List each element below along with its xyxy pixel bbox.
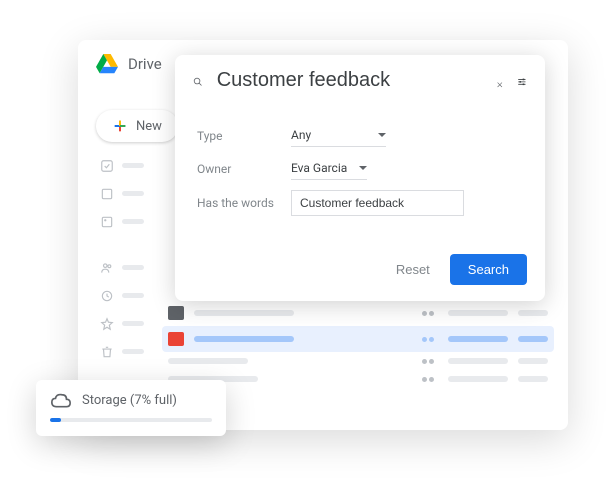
chevron-down-icon bbox=[359, 166, 367, 170]
cloud-icon bbox=[50, 392, 72, 408]
sidebar-item-label bbox=[122, 163, 144, 168]
trash-icon bbox=[100, 344, 114, 358]
sidebar bbox=[100, 158, 150, 358]
sidebar-item[interactable] bbox=[100, 158, 150, 172]
search-panel: Type Any Owner Eva Garcia Has the words … bbox=[175, 55, 545, 301]
storage-top: Storage (7% full) bbox=[50, 392, 212, 408]
filter-owner: Owner Eva Garcia bbox=[197, 157, 523, 180]
file-name bbox=[168, 358, 248, 364]
sidebar-item-label bbox=[122, 293, 144, 298]
sidebar-item-label bbox=[122, 349, 144, 354]
type-dropdown[interactable]: Any bbox=[291, 124, 386, 147]
file-meta bbox=[448, 336, 508, 342]
new-button-label: New bbox=[136, 119, 162, 134]
storage-label: Storage (7% full) bbox=[82, 393, 177, 408]
has-words-input[interactable] bbox=[291, 190, 464, 216]
filters: Type Any Owner Eva Garcia Has the words bbox=[175, 106, 545, 244]
sidebar-item-label bbox=[122, 265, 144, 270]
star-icon bbox=[100, 316, 114, 330]
list-item[interactable] bbox=[168, 300, 548, 326]
sidebar-item[interactable] bbox=[100, 214, 150, 228]
file-meta bbox=[518, 336, 548, 342]
people-icon bbox=[422, 337, 438, 342]
sidebar-item[interactable] bbox=[100, 260, 150, 274]
folder-icon bbox=[168, 306, 184, 320]
file-name bbox=[194, 310, 294, 316]
sidebar-item[interactable] bbox=[100, 344, 150, 358]
sidebar-item-label bbox=[122, 321, 144, 326]
sidebar-item[interactable] bbox=[100, 186, 150, 200]
chevron-down-icon bbox=[378, 133, 386, 137]
owner-value: Eva Garcia bbox=[291, 161, 347, 175]
storage-bar bbox=[50, 418, 212, 422]
people-icon bbox=[422, 311, 438, 316]
sidebar-item[interactable] bbox=[100, 288, 150, 302]
reset-button[interactable]: Reset bbox=[388, 256, 438, 283]
tune-icon[interactable] bbox=[517, 72, 527, 90]
file-meta bbox=[518, 310, 548, 316]
new-button[interactable]: New bbox=[96, 110, 178, 142]
sidebar-item-label bbox=[122, 191, 144, 196]
filter-label: Owner bbox=[197, 162, 277, 176]
filter-has-words: Has the words bbox=[197, 190, 523, 216]
drive-title: Drive bbox=[128, 55, 162, 73]
device-icon bbox=[100, 186, 114, 200]
file-name bbox=[194, 336, 294, 342]
photo-icon bbox=[100, 214, 114, 228]
drive-logo-icon bbox=[96, 54, 118, 74]
search-button[interactable]: Search bbox=[450, 254, 527, 285]
image-icon bbox=[168, 332, 184, 346]
storage-fill bbox=[50, 418, 61, 422]
file-meta bbox=[448, 310, 508, 316]
filter-label: Type bbox=[197, 129, 277, 143]
file-meta bbox=[518, 376, 548, 382]
people-icon bbox=[100, 260, 114, 274]
people-icon bbox=[422, 377, 438, 382]
list-item[interactable] bbox=[168, 352, 548, 370]
filter-label: Has the words bbox=[197, 196, 277, 210]
close-icon[interactable] bbox=[496, 74, 504, 88]
owner-dropdown[interactable]: Eva Garcia bbox=[291, 157, 367, 180]
file-meta bbox=[448, 358, 508, 364]
clock-icon bbox=[100, 288, 114, 302]
search-bar bbox=[175, 55, 545, 106]
storage-card[interactable]: Storage (7% full) bbox=[36, 380, 226, 436]
plus-icon bbox=[112, 118, 128, 134]
panel-actions: Reset Search bbox=[175, 244, 545, 301]
file-list bbox=[168, 300, 548, 388]
search-input[interactable] bbox=[217, 69, 482, 92]
filter-type: Type Any bbox=[197, 124, 523, 147]
sidebar-item-label bbox=[122, 219, 144, 224]
file-meta bbox=[518, 358, 548, 364]
search-icon bbox=[193, 72, 203, 90]
type-value: Any bbox=[291, 128, 311, 142]
checkbox-icon bbox=[100, 158, 114, 172]
list-item[interactable] bbox=[162, 326, 554, 352]
people-icon bbox=[422, 359, 438, 364]
sidebar-item[interactable] bbox=[100, 316, 150, 330]
file-meta bbox=[448, 376, 508, 382]
